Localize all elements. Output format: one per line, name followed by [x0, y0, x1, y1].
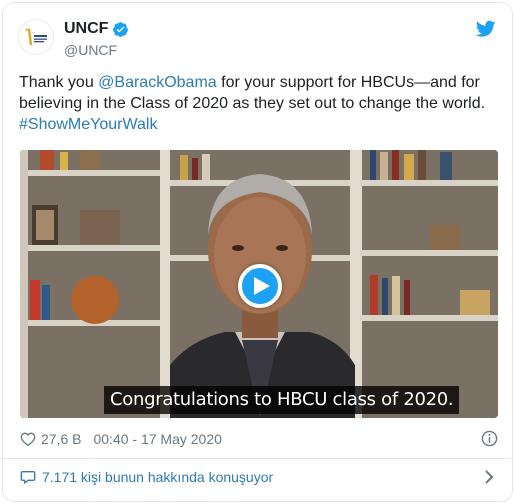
mention-link[interactable]: @BarackObama — [98, 74, 217, 91]
verified-badge-icon — [112, 21, 129, 38]
author-handle[interactable]: @UNCF — [64, 42, 117, 58]
conversation-label: 7.171 kişi bunun hakkında konuşuyor — [42, 469, 274, 485]
tweet-header: UNCF @UNCF — [18, 18, 496, 60]
hashtag-link[interactable]: #ShowMeYourWalk — [19, 116, 157, 133]
chevron-right-icon — [485, 470, 494, 484]
like-count[interactable]: 27,6 B — [41, 431, 81, 447]
timestamp[interactable]: 00:40 - 17 May 2020 — [93, 431, 221, 447]
avatar[interactable] — [18, 19, 54, 55]
display-name[interactable]: UNCF — [64, 20, 108, 38]
info-icon[interactable] — [481, 430, 498, 447]
tweet-meta: 27,6 B 00:40 - 17 May 2020 — [20, 429, 498, 449]
conversation-link[interactable]: 7.171 kişi bunun hakkında konuşuyor — [20, 466, 498, 488]
tweet-text: Thank you @BarackObama for your support … — [19, 72, 501, 135]
play-button[interactable] — [238, 264, 282, 308]
video-caption: Congratulations to HBCU class of 2020. — [104, 386, 460, 414]
reply-bubble-icon — [20, 471, 36, 484]
play-icon — [253, 277, 270, 295]
tweet-text-part-1: Thank you — [19, 74, 99, 91]
twitter-bird-icon[interactable] — [476, 20, 496, 38]
heart-icon[interactable] — [20, 431, 36, 447]
video-player[interactable]: Congratulations to HBCU class of 2020. — [20, 150, 498, 418]
name-row: UNCF — [64, 20, 129, 38]
divider — [2, 458, 511, 459]
uncf-logo-icon — [25, 28, 47, 46]
